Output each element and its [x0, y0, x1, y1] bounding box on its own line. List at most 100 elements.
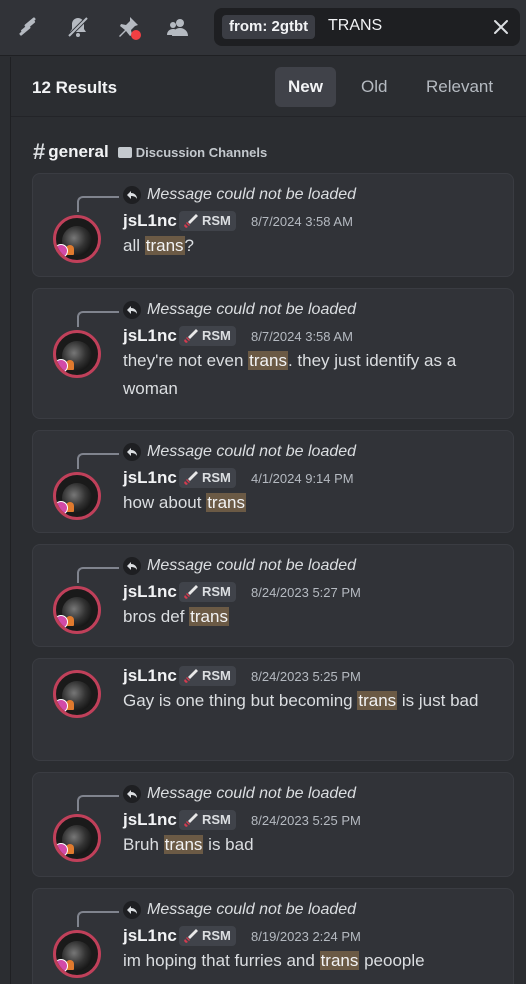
threads-icon[interactable]: [14, 13, 42, 41]
search-query-text[interactable]: TRANS: [328, 17, 382, 35]
user-avatar[interactable]: [53, 586, 101, 634]
user-avatar[interactable]: [53, 330, 101, 378]
sword-icon: [183, 584, 199, 600]
username[interactable]: jsL1nc: [123, 211, 177, 231]
role-tag: RSM: [179, 666, 236, 686]
timestamp: 8/24/2023 5:25 PM: [251, 669, 361, 684]
search-highlight: trans: [357, 691, 398, 710]
timestamp: 8/24/2023 5:27 PM: [251, 585, 361, 600]
search-filter-chip[interactable]: from: 2gtbt: [222, 15, 316, 39]
role-tag: RSM: [179, 582, 236, 602]
search-result-message[interactable]: Message could not be loaded jsL1nc RSM 8…: [32, 544, 514, 647]
role-tag-label: RSM: [202, 812, 231, 827]
reply-connector: [77, 311, 119, 327]
username[interactable]: jsL1nc: [123, 582, 177, 602]
role-tag: RSM: [179, 926, 236, 946]
sword-icon: [183, 470, 199, 486]
search-bar[interactable]: from: 2gtbt TRANS: [214, 8, 520, 46]
message-text: is bad: [203, 835, 254, 854]
role-tag: RSM: [179, 810, 236, 830]
role-tag-label: RSM: [202, 470, 231, 485]
username[interactable]: jsL1nc: [123, 326, 177, 346]
user-avatar[interactable]: [53, 472, 101, 520]
message-text: im hoping that furries and: [123, 951, 320, 970]
results-header: 12 Results New Old Relevant: [11, 57, 526, 117]
username[interactable]: jsL1nc: [123, 926, 177, 946]
reply-icon: [123, 186, 141, 204]
sword-icon: [183, 213, 199, 229]
search-result-message[interactable]: Message could not be loaded jsL1nc RSM 8…: [32, 173, 514, 277]
sword-icon: [183, 928, 199, 944]
reply-icon: [123, 301, 141, 319]
username[interactable]: jsL1nc: [123, 666, 177, 686]
message-text: peoople: [359, 951, 425, 970]
channel-name[interactable]: general: [48, 142, 108, 162]
reply-connector: [77, 567, 119, 583]
search-result-message[interactable]: Message could not be loaded jsL1nc RSM 8…: [32, 288, 514, 419]
search-highlight: trans: [144, 236, 185, 255]
channel-heading[interactable]: # general Discussion Channels: [33, 139, 268, 164]
sort-old-button[interactable]: Old: [348, 67, 400, 107]
clear-search-icon[interactable]: [492, 18, 510, 36]
reply-preview[interactable]: Message could not be loaded: [147, 186, 356, 204]
channel-category: Discussion Channels: [135, 144, 268, 160]
search-highlight: trans: [319, 951, 360, 970]
search-result-message[interactable]: jsL1nc RSM 8/24/2023 5:25 PM Gay is one …: [32, 658, 514, 761]
search-highlight: trans: [163, 835, 204, 854]
reply-connector: [77, 453, 119, 469]
message-content: im hoping that furries and trans peoople: [123, 947, 497, 975]
timestamp: 8/7/2024 3:58 AM: [251, 329, 353, 344]
user-avatar[interactable]: [53, 814, 101, 862]
search-result-message[interactable]: Message could not be loaded jsL1nc RSM 8…: [32, 772, 514, 877]
reply-preview[interactable]: Message could not be loaded: [147, 443, 356, 461]
role-tag: RSM: [179, 468, 236, 488]
reply-preview[interactable]: Message could not be loaded: [147, 901, 356, 919]
message-text: how about: [123, 493, 207, 512]
role-tag-label: RSM: [202, 668, 231, 683]
username[interactable]: jsL1nc: [123, 468, 177, 488]
message-content: Gay is one thing but becoming trans is j…: [123, 687, 497, 715]
role-tag-label: RSM: [202, 584, 231, 599]
message-text: they're not even: [123, 351, 249, 370]
timestamp: 8/19/2023 2:24 PM: [251, 929, 361, 944]
message-text: all: [123, 236, 145, 255]
pinned-messages-icon[interactable]: [114, 13, 142, 41]
message-content: Bruh trans is bad: [123, 831, 497, 859]
reply-icon: [123, 785, 141, 803]
timestamp: 8/7/2024 3:58 AM: [251, 214, 353, 229]
member-list-icon[interactable]: [164, 13, 192, 41]
role-tag: RSM: [179, 211, 236, 231]
role-tag: RSM: [179, 326, 236, 346]
message-content: they're not even trans. they just identi…: [123, 347, 497, 403]
message-text: is just bad: [397, 691, 479, 710]
reply-preview[interactable]: Message could not be loaded: [147, 557, 356, 575]
user-avatar[interactable]: [53, 930, 101, 978]
message-content: how about trans: [123, 489, 497, 517]
sort-relevant-button[interactable]: Relevant: [413, 67, 506, 107]
search-result-message[interactable]: Message could not be loaded jsL1nc RSM 4…: [32, 430, 514, 533]
reply-preview[interactable]: Message could not be loaded: [147, 301, 356, 319]
role-tag-label: RSM: [202, 213, 231, 228]
results-count: 12 Results: [32, 78, 118, 97]
search-result-message[interactable]: Message could not be loaded jsL1nc RSM 8…: [32, 888, 514, 984]
search-highlight: trans: [248, 351, 288, 370]
category-folder-icon: [117, 146, 132, 158]
message-text: bros def: [123, 607, 190, 626]
timestamp: 8/24/2023 5:25 PM: [251, 813, 361, 828]
user-avatar[interactable]: [53, 215, 101, 263]
message-text: Bruh: [123, 835, 164, 854]
reply-icon: [123, 901, 141, 919]
role-tag-label: RSM: [202, 328, 231, 343]
search-results-panel: 12 Results New Old Relevant # general Di…: [10, 57, 526, 984]
reply-connector: [77, 911, 119, 927]
message-text: ?: [184, 236, 194, 255]
reply-preview[interactable]: Message could not be loaded: [147, 785, 356, 803]
sword-icon: [183, 668, 199, 684]
message-content: all trans?: [123, 232, 497, 260]
search-highlight: trans: [206, 493, 246, 512]
username[interactable]: jsL1nc: [123, 810, 177, 830]
user-avatar[interactable]: [53, 670, 101, 718]
notifications-muted-icon[interactable]: [64, 13, 92, 41]
sword-icon: [183, 328, 199, 344]
sort-new-button[interactable]: New: [275, 67, 336, 107]
